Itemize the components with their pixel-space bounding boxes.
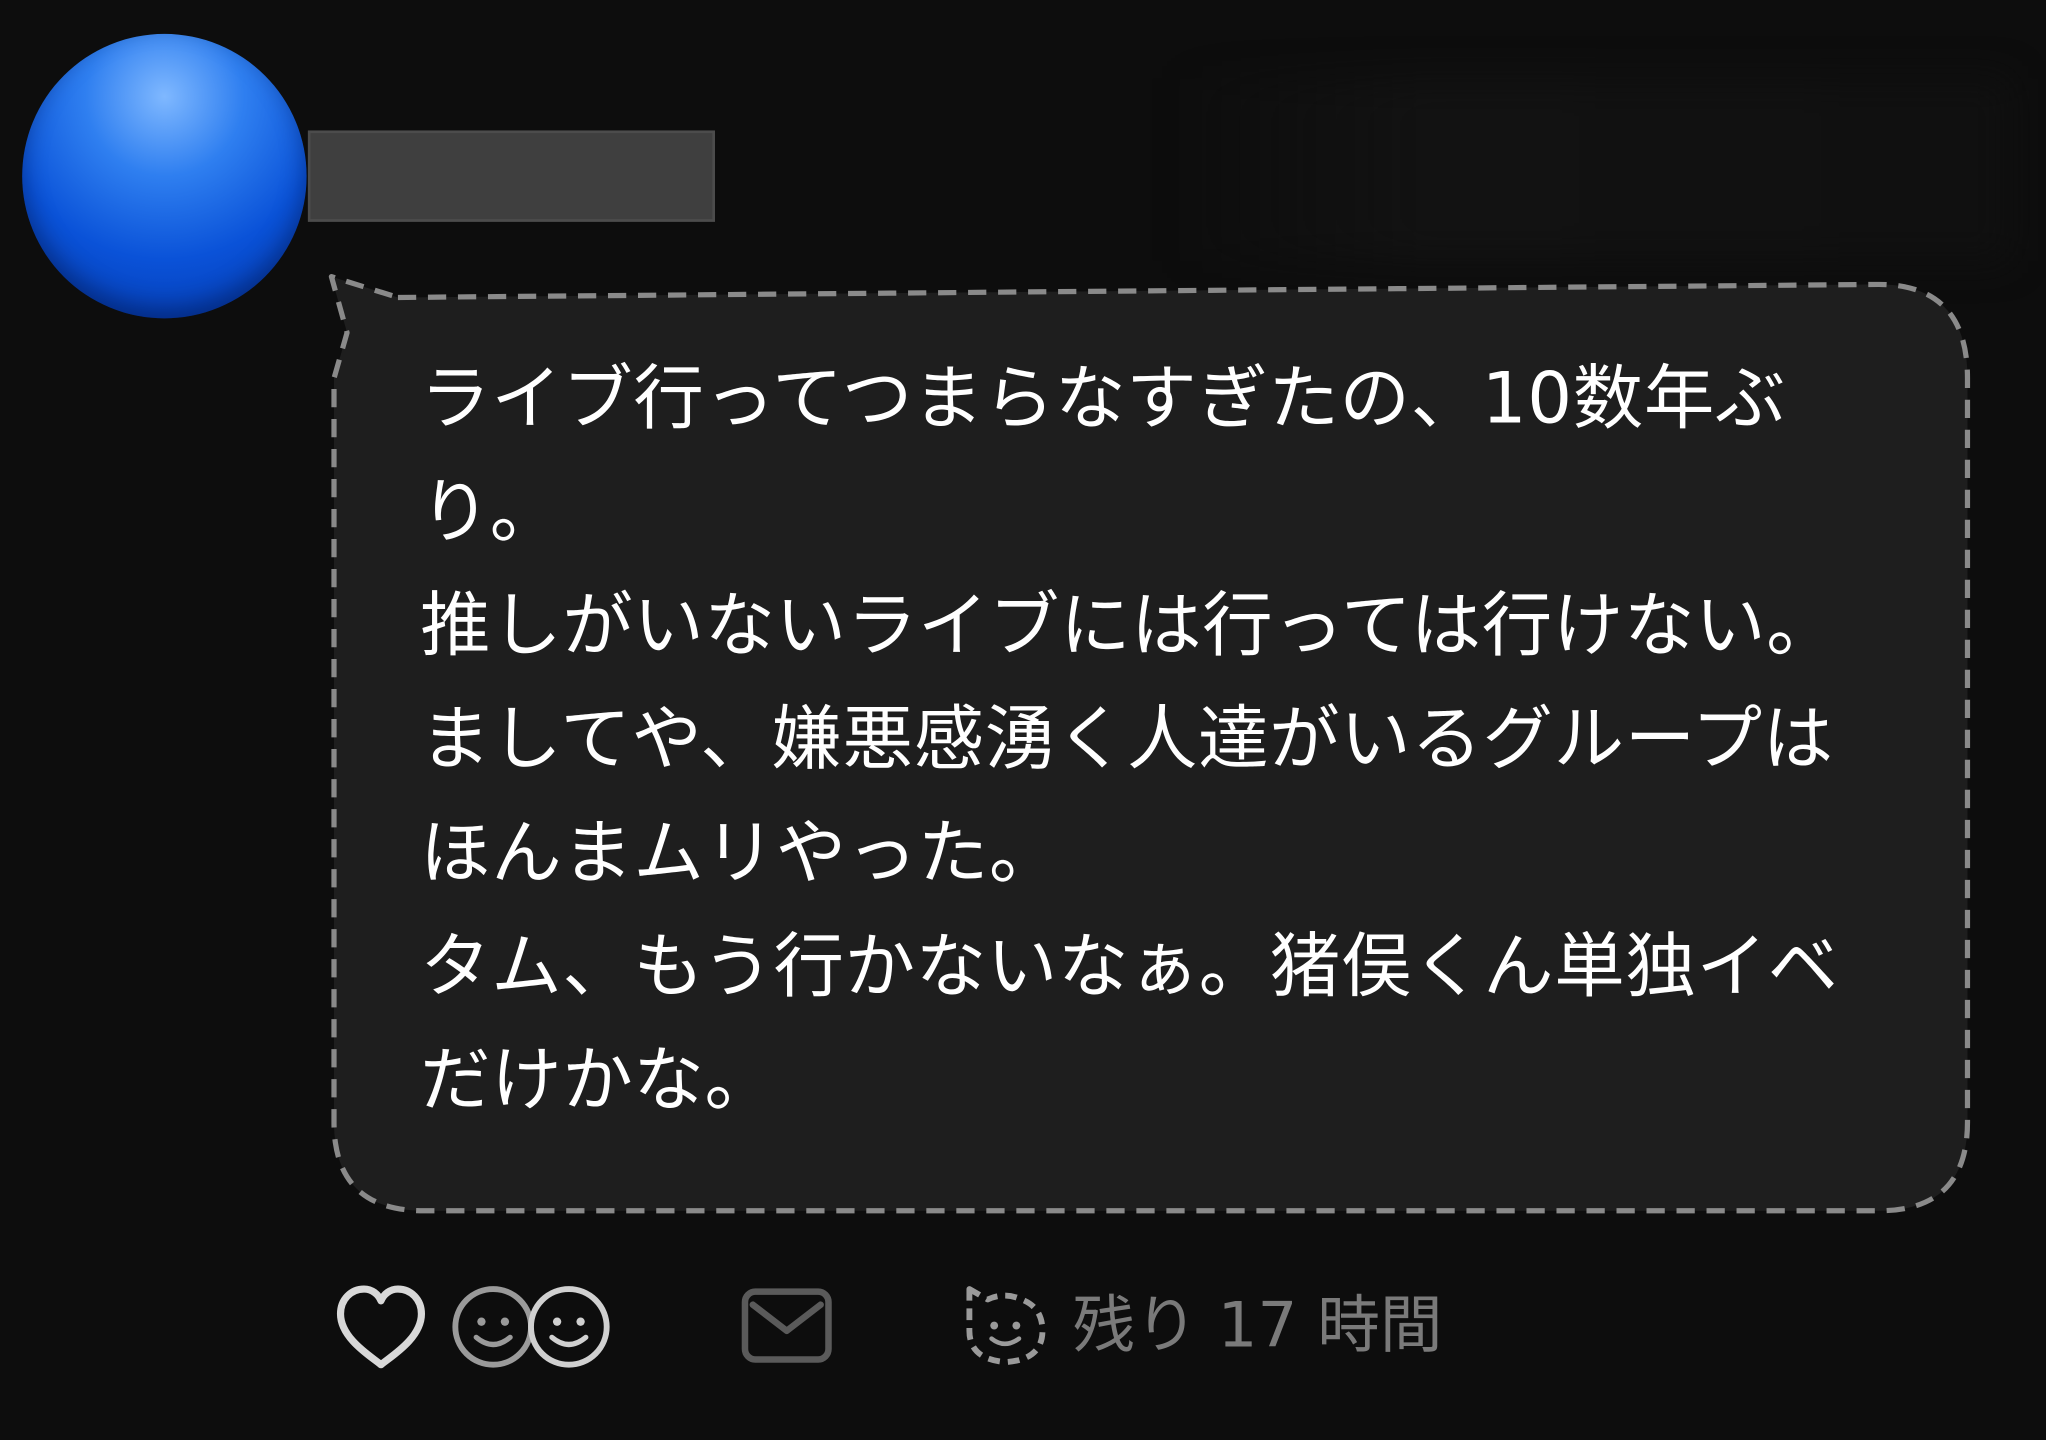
heart-icon[interactable] xyxy=(333,1279,430,1376)
post-card: ライブ行ってつまらなすぎたの、10数年ぶ り。 推しがいないライブには行っては行… xyxy=(0,0,2046,1440)
post-actions: 残り 17 時間 xyxy=(0,0,2046,1440)
envelope-icon[interactable] xyxy=(740,1284,834,1368)
remaining-time: 残り 17 時間 xyxy=(1072,1289,1443,1363)
cat-face-timer-icon xyxy=(966,1286,1046,1366)
smiley-faces-icon[interactable] xyxy=(450,1281,612,1372)
